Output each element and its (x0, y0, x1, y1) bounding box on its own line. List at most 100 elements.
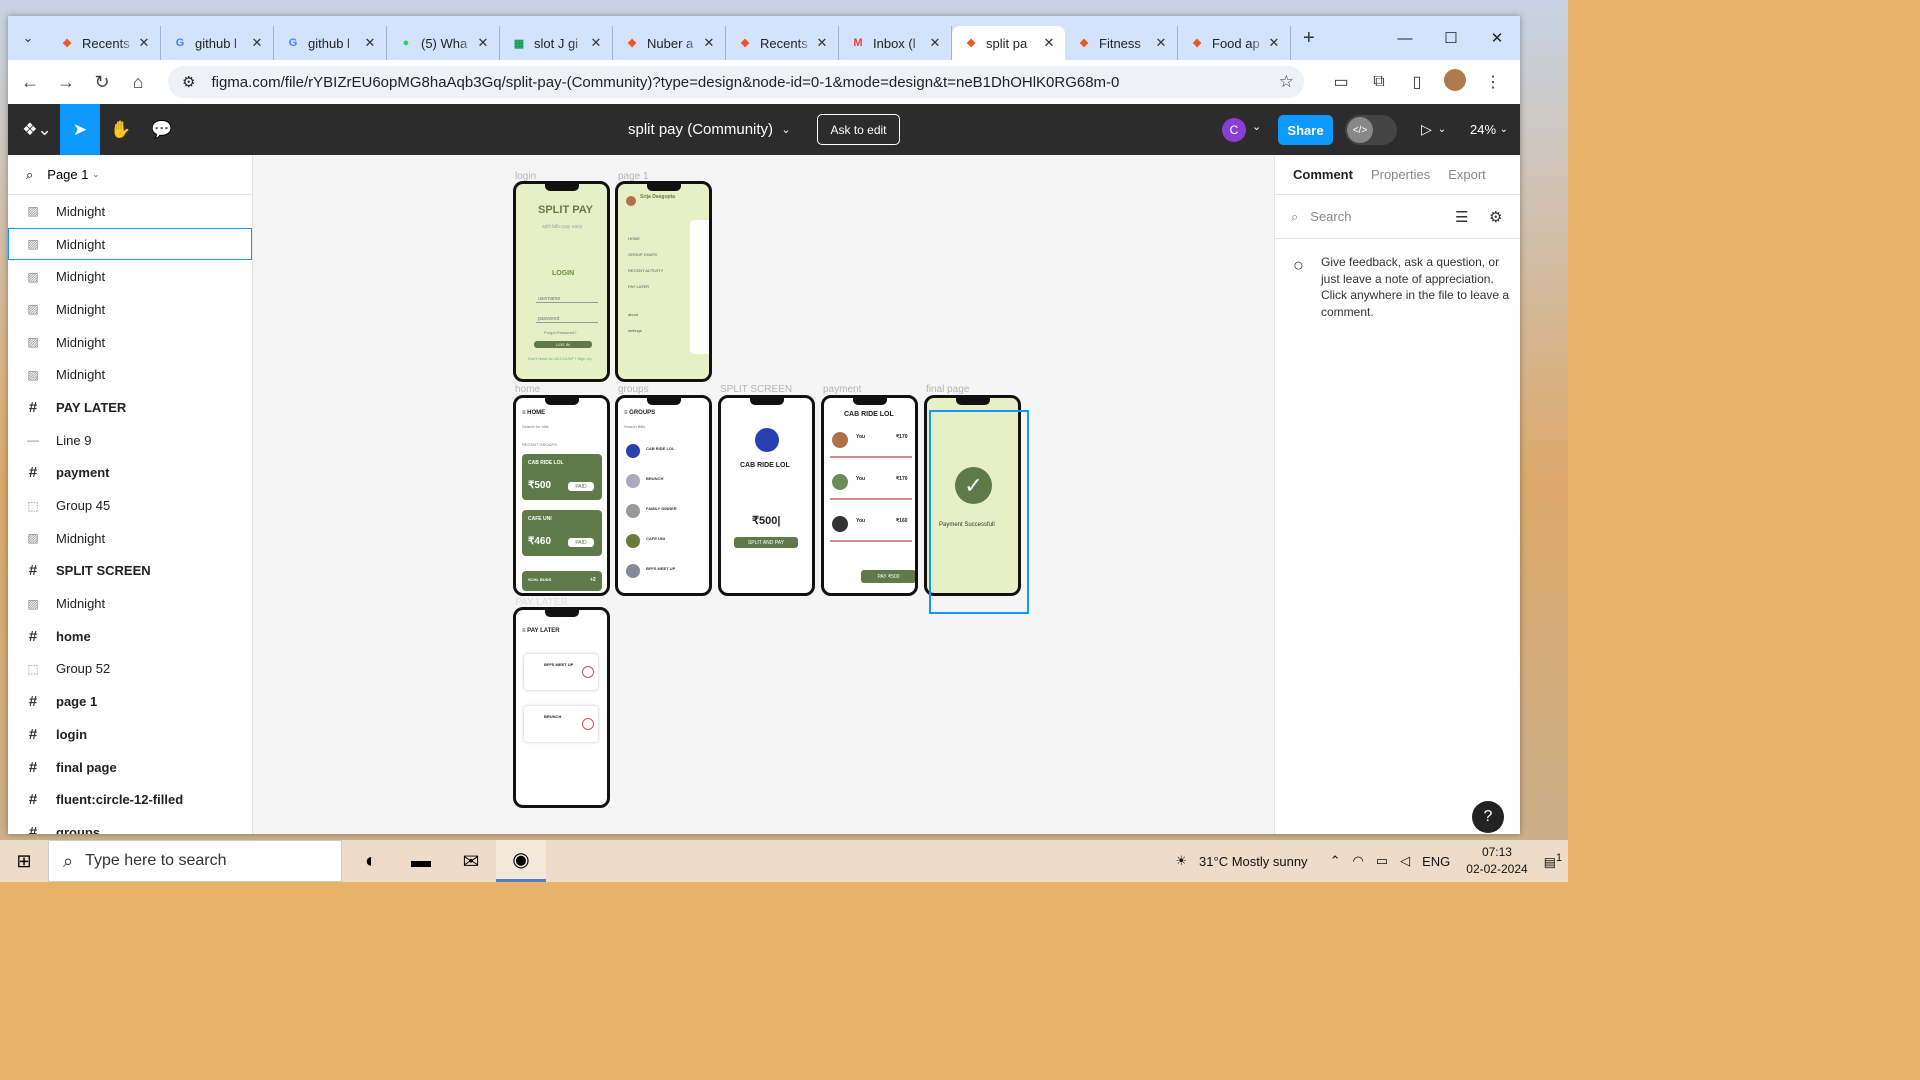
home-icon[interactable]: ⌂ (120, 72, 156, 93)
browser-tab[interactable]: Ggithub l ✕ (274, 26, 387, 60)
weather-icon[interactable]: ☀ (1175, 853, 1187, 869)
minimize-button[interactable]: — (1382, 16, 1428, 60)
search-input[interactable]: Search (1310, 209, 1351, 224)
browser-tab[interactable]: ❖ Recents ✕ (726, 26, 839, 60)
layer-item[interactable]: ▨ Midnight (8, 358, 252, 391)
maximize-button[interactable]: ☐ (1428, 16, 1474, 60)
taskbar-search[interactable]: ⌕ Type here to search (48, 840, 342, 882)
frame-label-split[interactable]: SPLIT SCREEN (720, 384, 792, 395)
tab-export[interactable]: Export (1448, 167, 1486, 182)
close-tab-icon[interactable]: ✕ (814, 35, 830, 51)
mail-icon[interactable]: ✉ (446, 840, 496, 882)
chrome-icon[interactable]: ◉ (496, 840, 546, 882)
layer-item[interactable]: — Line 9 (8, 424, 252, 457)
browser-tab[interactable]: ▦ slot J gi ✕ (500, 26, 613, 60)
volume-icon[interactable]: ◁ (1400, 853, 1410, 869)
menu-screen[interactable]: Srija Dasgupta HOME GROUP CHATS RECENT ACT… (615, 181, 712, 382)
comment-tool-icon[interactable]: 💬 (142, 104, 182, 155)
network-icon[interactable]: ◠ (1352, 853, 1363, 869)
pay-later-screen[interactable]: ≡ PAY LATER BFFS MEET UP BRUNCH (513, 607, 610, 808)
url-bar[interactable]: ⚙ figma.com/file/rYBIZrEU6opMG8haAqb3Gq/… (168, 66, 1304, 98)
menu-kebab-icon[interactable]: ⋮ (1474, 72, 1512, 92)
forward-icon[interactable]: → (48, 72, 84, 93)
close-tab-icon[interactable]: ✕ (927, 35, 943, 51)
windows-start-icon[interactable]: ⊞ (0, 851, 48, 872)
page-selector[interactable]: ⌕ Page 1 ⌄ (8, 155, 252, 195)
close-tab-icon[interactable]: ✕ (362, 35, 378, 51)
layer-item[interactable]: ⬚ Group 45 (8, 489, 252, 522)
layer-item[interactable]: ▨ Midnight (8, 522, 252, 555)
close-tab-icon[interactable]: ✕ (1266, 35, 1282, 51)
design-canvas[interactable]: login page 1 SPLIT PAY split bills pay e… (253, 155, 1274, 834)
close-tab-icon[interactable]: ✕ (1041, 35, 1057, 51)
weather-text[interactable]: 31°C Mostly sunny (1199, 854, 1308, 869)
new-tab-button[interactable]: + (1303, 27, 1315, 50)
layer-item[interactable]: # fluent:circle-12-filled (8, 783, 252, 816)
layer-item[interactable]: ▨ Midnight (8, 260, 252, 293)
battery-icon[interactable]: ▭ (1376, 853, 1388, 869)
groups-screen[interactable]: ≡ GROUPS Search Bills CAB RIDE LOL BRUNCH… (615, 395, 712, 596)
frame-label-final[interactable]: final page (926, 384, 969, 395)
layer-item[interactable]: # payment (8, 457, 252, 490)
filter-icon[interactable]: ☰ (1455, 208, 1468, 226)
layer-item[interactable]: # final page (8, 751, 252, 784)
browser-tab[interactable]: Ggithub l ✕ (161, 26, 274, 60)
help-button[interactable]: ? (1472, 801, 1504, 833)
browser-tab[interactable]: M Inbox (l ✕ (839, 26, 952, 60)
layer-item[interactable]: # SPLIT SCREEN (8, 555, 252, 588)
frame-label-payment[interactable]: payment (823, 384, 861, 395)
close-tab-icon[interactable]: ✕ (136, 35, 152, 51)
tab-comment[interactable]: Comment (1293, 167, 1353, 182)
layer-item[interactable]: ▨ Midnight (8, 587, 252, 620)
profile-avatar[interactable] (1436, 68, 1474, 96)
share-button[interactable]: Share (1278, 115, 1333, 145)
move-tool-icon[interactable]: ➤ (60, 104, 100, 155)
zoom-menu[interactable]: 24% ⌄ (1470, 104, 1508, 155)
extensions-icon[interactable]: ⧉ (1360, 73, 1398, 91)
layer-item[interactable]: ▨ Midnight (8, 326, 252, 359)
side-panel-icon[interactable]: ▯ (1398, 72, 1436, 92)
chevron-up-icon[interactable]: ⌃ (1330, 853, 1341, 869)
close-window-button[interactable]: ✕ (1474, 16, 1520, 60)
comment-search[interactable]: ⌕ Search ☰ ⚙ (1275, 195, 1520, 239)
home-screen[interactable]: ≡ HOME Search for bills RECENT GROUPS CA… (513, 395, 610, 596)
close-tab-icon[interactable]: ✕ (701, 35, 717, 51)
browser-tab[interactable]: ❖ Recents ✕ (48, 26, 161, 60)
back-icon[interactable]: ← (12, 72, 48, 93)
browser-tab[interactable]: ❖ Nuber a ✕ (613, 26, 726, 60)
notification-icon[interactable]: ▤1 (1544, 852, 1562, 870)
figma-menu-icon[interactable]: ❖⌄ (14, 104, 60, 155)
hand-tool-icon[interactable]: ✋ (101, 104, 141, 155)
reload-icon[interactable]: ↻ (84, 72, 120, 93)
settings-sliders-icon[interactable]: ⚙ (1489, 208, 1502, 226)
layer-item[interactable]: ▨ Midnight (8, 227, 252, 261)
close-tab-icon[interactable]: ✕ (475, 35, 491, 51)
layer-item[interactable]: # page 1 (8, 685, 252, 718)
file-title[interactable]: split pay (Community) ⌄ (628, 104, 791, 155)
login-screen[interactable]: SPLIT PAY split bills pay easy LOGIN use… (513, 181, 610, 382)
split-screen[interactable]: CAB RIDE LOL ₹500| SPLIT AND PAY (718, 395, 815, 596)
layer-item[interactable]: ▨ Midnight (8, 195, 252, 228)
browser-tab[interactable]: ● (5) Wha ✕ (387, 26, 500, 60)
search-icon[interactable]: ⌕ (26, 167, 33, 183)
layer-item[interactable]: # login (8, 718, 252, 751)
site-info-icon[interactable]: ⚙ (182, 73, 195, 91)
bookmark-star-icon[interactable]: ☆ (1279, 72, 1294, 92)
frame-label-groups[interactable]: groups (618, 384, 649, 395)
close-tab-icon[interactable]: ✕ (1153, 35, 1169, 51)
layer-item[interactable]: # home (8, 620, 252, 653)
close-tab-icon[interactable]: ✕ (249, 35, 265, 51)
layer-item[interactable]: # PAY LATER (8, 391, 252, 424)
layer-item[interactable]: ⬚ Group 52 (8, 653, 252, 686)
tab-search-dropdown[interactable]: ⌄ (14, 24, 42, 52)
url-text[interactable]: figma.com/file/rYBIZrEU6opMG8haAqb3Gq/sp… (211, 74, 1119, 91)
frame-label-home[interactable]: home (515, 384, 540, 395)
dev-mode-toggle[interactable]: </> (1345, 115, 1397, 145)
browser-tab[interactable]: ❖ Fitness ✕ (1065, 26, 1178, 60)
edge-icon[interactable]: ◐ (346, 840, 396, 882)
clock[interactable]: 07:13 02-02-2024 (1466, 844, 1527, 878)
cast-icon[interactable]: ▭ (1322, 72, 1360, 92)
file-explorer-icon[interactable]: ▬ (396, 840, 446, 882)
layer-item[interactable]: ▨ Midnight (8, 293, 252, 326)
ask-to-edit-button[interactable]: Ask to edit (817, 114, 900, 145)
